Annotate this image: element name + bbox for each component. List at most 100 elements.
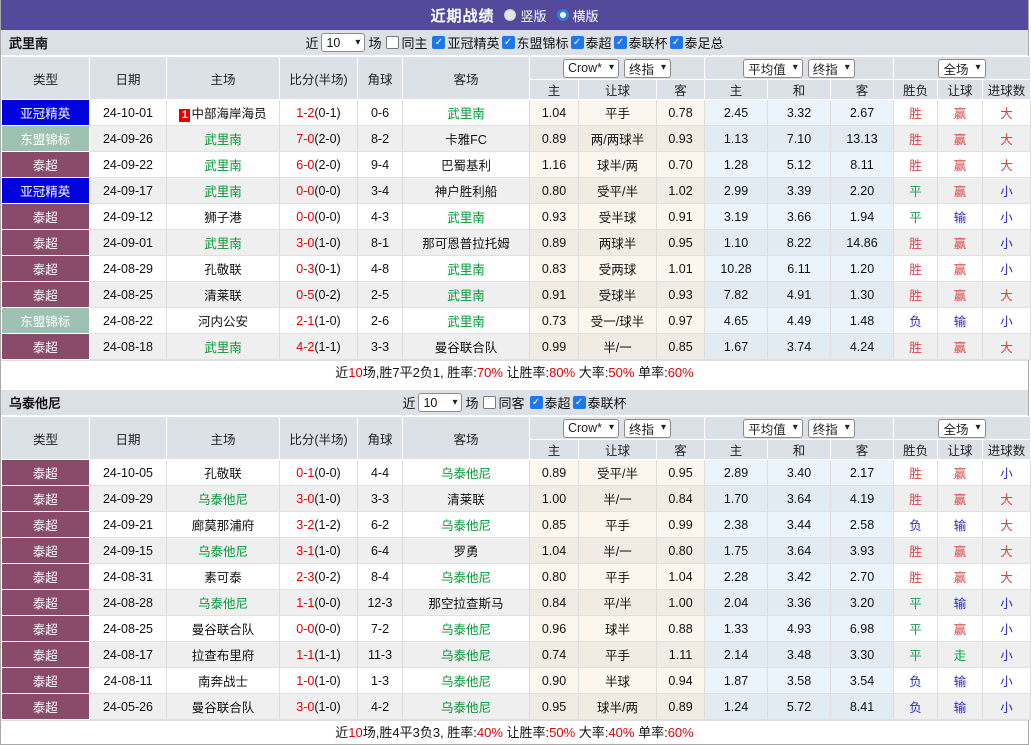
home-team-link[interactable]: 武里南 [204, 341, 242, 355]
home-team-link[interactable]: 素可泰 [204, 571, 242, 585]
score-cell[interactable]: 7-0(2-0) [279, 125, 358, 152]
league-cell[interactable]: 泰超 [1, 537, 90, 564]
scope-select[interactable]: 全场 ▾ [938, 58, 986, 78]
league-cell[interactable]: 东盟锦标 [1, 125, 90, 152]
away-team-link[interactable]: 那可恩普拉托姆 [422, 237, 510, 251]
score-cell[interactable]: 0-0(0-0) [279, 177, 358, 204]
score-cell[interactable]: 6-0(2-0) [279, 151, 358, 178]
league-cell[interactable]: 泰超 [1, 281, 90, 308]
score-cell[interactable]: 1-1(0-0) [279, 589, 358, 616]
league-cell[interactable]: 泰超 [1, 563, 90, 590]
league-filter-checkbox[interactable]: ✓ 亚冠精英 [432, 33, 500, 52]
league-cell[interactable]: 亚冠精英 [1, 177, 90, 204]
away-team-link[interactable]: 巴蜀基利 [441, 159, 491, 173]
league-cell[interactable]: 泰超 [1, 203, 90, 230]
away-team-link[interactable]: 曼谷联合队 [435, 341, 498, 355]
score-cell[interactable]: 0-5(0-2) [279, 281, 358, 308]
final-odds-select[interactable]: 终指 ▾ [624, 418, 672, 438]
league-filter-checkbox[interactable]: ✓ 泰足总 [669, 33, 724, 52]
away-team-link[interactable]: 那空拉查斯马 [428, 597, 503, 611]
score-cell[interactable]: 3-0(1-0) [279, 485, 358, 512]
score-cell[interactable]: 1-1(1-1) [279, 641, 358, 668]
league-cell[interactable]: 泰超 [1, 615, 90, 642]
score-cell[interactable]: 0-1(0-0) [279, 459, 358, 486]
home-team-link[interactable]: 武里南 [204, 237, 242, 251]
match-count-select[interactable]: 10 ▾ [321, 33, 366, 52]
home-team-link[interactable]: 乌泰他尼 [198, 493, 248, 507]
home-team-link[interactable]: 武里南 [204, 159, 242, 173]
home-team-link[interactable]: 乌泰他尼 [198, 597, 248, 611]
away-team-link[interactable]: 卡雅FC [445, 133, 487, 147]
league-cell[interactable]: 泰超 [1, 589, 90, 616]
home-team-link[interactable]: 曼谷联合队 [192, 623, 255, 637]
league-cell[interactable]: 泰超 [1, 229, 90, 256]
final-odds-select[interactable]: 终指 ▾ [624, 58, 672, 78]
score-cell[interactable]: 3-0(1-0) [279, 693, 358, 720]
away-team-link[interactable]: 罗勇 [453, 545, 478, 559]
home-team-link[interactable]: 武里南 [204, 185, 242, 199]
bookmaker-select[interactable]: Crow* ▾ [562, 418, 620, 438]
away-team-link[interactable]: 乌泰他尼 [441, 519, 491, 533]
score-cell[interactable]: 3-0(1-0) [279, 229, 358, 256]
league-cell[interactable]: 泰超 [1, 333, 90, 360]
same-venue-checkbox[interactable]: 同主 [386, 33, 427, 52]
average-select[interactable]: 平均值 ▾ [743, 418, 803, 438]
league-filter-checkbox[interactable]: ✓ 泰联杯 [572, 393, 627, 412]
league-cell[interactable]: 泰超 [1, 667, 90, 694]
league-filter-checkbox[interactable]: ✓ 泰超 [529, 393, 571, 412]
away-team-link[interactable]: 乌泰他尼 [441, 467, 491, 481]
final-odds-select-2[interactable]: 终指 ▾ [807, 418, 855, 438]
league-cell[interactable]: 泰超 [1, 641, 90, 668]
score-cell[interactable]: 3-2(1-2) [279, 511, 358, 538]
away-team-link[interactable]: 乌泰他尼 [441, 675, 491, 689]
score-cell[interactable]: 1-0(1-0) [279, 667, 358, 694]
match-count-select[interactable]: 10 ▾ [418, 393, 463, 412]
home-team-link[interactable]: 武里南 [204, 133, 242, 147]
away-team-link[interactable]: 乌泰他尼 [441, 649, 491, 663]
league-filter-checkbox[interactable]: ✓ 东盟锦标 [501, 33, 569, 52]
league-cell[interactable]: 泰超 [1, 511, 90, 538]
league-filter-checkbox[interactable]: ✓ 泰联杯 [613, 33, 668, 52]
league-cell[interactable]: 泰超 [1, 693, 90, 720]
layout-radio-horizontal[interactable]: 横版 [556, 6, 599, 25]
away-team-link[interactable]: 武里南 [447, 211, 485, 225]
away-team-link[interactable]: 武里南 [447, 315, 485, 329]
score-cell[interactable]: 1-2(0-1) [279, 99, 358, 126]
score-cell[interactable]: 2-1(1-0) [279, 307, 358, 334]
league-filter-checkbox[interactable]: ✓ 泰超 [570, 33, 612, 52]
home-team-link[interactable]: 孔敬联 [204, 467, 242, 481]
scope-select[interactable]: 全场 ▾ [938, 418, 986, 438]
home-team-link[interactable]: 狮子港 [204, 211, 242, 225]
away-team-link[interactable]: 武里南 [447, 263, 485, 277]
final-odds-select-2[interactable]: 终指 ▾ [807, 58, 855, 78]
home-team-link[interactable]: 中部海岸海员 [191, 107, 266, 121]
score-cell[interactable]: 0-3(0-1) [279, 255, 358, 282]
league-cell[interactable]: 泰超 [1, 485, 90, 512]
home-team-link[interactable]: 拉查布里府 [192, 649, 255, 663]
home-team-link[interactable]: 河内公安 [198, 315, 248, 329]
home-team-link[interactable]: 清莱联 [204, 289, 242, 303]
score-cell[interactable]: 2-3(0-2) [279, 563, 358, 590]
away-team-link[interactable]: 乌泰他尼 [441, 701, 491, 715]
away-team-link[interactable]: 乌泰他尼 [441, 571, 491, 585]
layout-radio-vertical[interactable]: 竖版 [504, 6, 547, 25]
score-cell[interactable]: 4-2(1-1) [279, 333, 358, 360]
away-team-link[interactable]: 神户胜利船 [435, 185, 498, 199]
home-team-link[interactable]: 廊莫那浦府 [192, 519, 255, 533]
league-cell[interactable]: 泰超 [1, 255, 90, 282]
score-cell[interactable]: 0-0(0-0) [279, 615, 358, 642]
away-team-link[interactable]: 乌泰他尼 [441, 623, 491, 637]
league-cell[interactable]: 亚冠精英 [1, 99, 90, 126]
score-cell[interactable]: 0-0(0-0) [279, 203, 358, 230]
bookmaker-select[interactable]: Crow* ▾ [562, 58, 620, 78]
league-cell[interactable]: 泰超 [1, 459, 90, 486]
home-team-link[interactable]: 南奔战士 [198, 675, 248, 689]
home-team-link[interactable]: 乌泰他尼 [198, 545, 248, 559]
league-cell[interactable]: 东盟锦标 [1, 307, 90, 334]
away-team-link[interactable]: 武里南 [447, 289, 485, 303]
score-cell[interactable]: 3-1(1-0) [279, 537, 358, 564]
home-team-link[interactable]: 曼谷联合队 [192, 701, 255, 715]
home-team-link[interactable]: 孔敬联 [204, 263, 242, 277]
away-team-link[interactable]: 武里南 [447, 107, 485, 121]
average-select[interactable]: 平均值 ▾ [743, 58, 803, 78]
